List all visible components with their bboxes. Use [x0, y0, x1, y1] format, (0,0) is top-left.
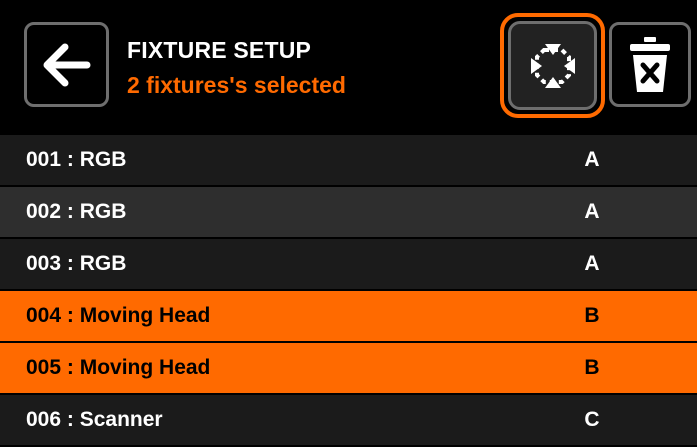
select-fixtures-button[interactable]: [508, 21, 597, 110]
trash-x-icon: [630, 36, 670, 92]
fixture-name: 002 : RGB: [26, 200, 127, 223]
delete-button[interactable]: [609, 22, 691, 107]
fixture-list: 001 : RGB A 002 : RGB A 003 : RGB A 004 …: [0, 135, 697, 447]
fixture-row[interactable]: 003 : RGB A: [0, 239, 697, 291]
fixture-row-selected[interactable]: 005 : Moving Head B: [0, 343, 697, 395]
selection-count: 2 fixtures's selected: [127, 72, 346, 98]
fixture-name: 004 : Moving Head: [26, 304, 211, 327]
back-button[interactable]: [24, 22, 109, 107]
fixture-group: A: [584, 252, 600, 275]
fixture-row[interactable]: 001 : RGB A: [0, 135, 697, 187]
fixture-name: 001 : RGB: [26, 148, 127, 171]
arrow-left-icon: [43, 43, 90, 86]
fixture-name: 006 : Scanner: [26, 408, 163, 431]
fixture-name: 005 : Moving Head: [26, 356, 211, 379]
fixture-group: C: [584, 408, 600, 431]
fixture-group: B: [584, 304, 600, 327]
fixture-group: B: [584, 356, 600, 379]
fixture-row-selected[interactable]: 004 : Moving Head B: [0, 291, 697, 343]
fixture-row[interactable]: 002 : RGB A: [0, 187, 697, 239]
select-contract-icon: [530, 43, 575, 88]
fixture-row[interactable]: 006 : Scanner C: [0, 395, 697, 447]
fixture-group: A: [584, 148, 600, 171]
page-title: FIXTURE SETUP: [127, 37, 312, 63]
fixture-name: 003 : RGB: [26, 252, 127, 275]
header-bar: FIXTURE SETUP 2 fixtures's selected: [0, 0, 697, 135]
fixture-group: A: [584, 200, 600, 223]
